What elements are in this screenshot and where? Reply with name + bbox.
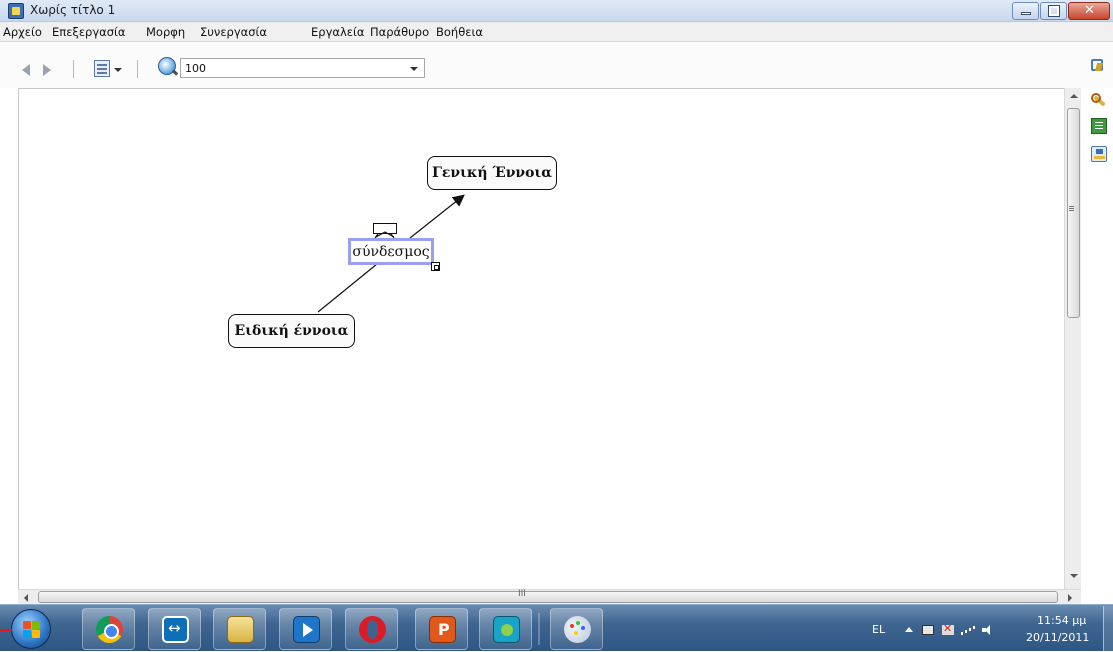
cmaptools-icon bbox=[493, 616, 520, 643]
chrome-icon bbox=[96, 616, 123, 643]
grip-icon: III bbox=[518, 589, 526, 599]
linking-phrase[interactable]: σύνδεσμος bbox=[348, 238, 434, 265]
taskbar: EL 11:54 μμ 20/11/2011 bbox=[0, 604, 1113, 651]
scroll-down-icon[interactable] bbox=[1070, 574, 1078, 578]
vertical-scrollbar[interactable] bbox=[1064, 88, 1081, 589]
signal-icon[interactable] bbox=[961, 625, 975, 635]
scroll-left-icon[interactable] bbox=[24, 594, 28, 602]
volume-icon[interactable] bbox=[982, 625, 992, 635]
vertical-scroll-thumb[interactable] bbox=[1067, 108, 1080, 318]
taskbar-cmaptools[interactable] bbox=[479, 608, 532, 650]
show-desktop-button[interactable] bbox=[1103, 606, 1113, 651]
concept-specific[interactable]: Ειδική έννοια bbox=[228, 314, 355, 348]
concept-general[interactable]: Γενική Έννοια bbox=[427, 156, 557, 190]
horizontal-scroll-thumb[interactable] bbox=[38, 591, 1058, 603]
opera-icon bbox=[359, 616, 386, 643]
clock-date[interactable]: 20/11/2011 bbox=[1026, 631, 1089, 644]
taskbar-separator bbox=[538, 613, 540, 645]
taskbar-paint[interactable] bbox=[550, 608, 603, 650]
horizontal-scrollbar[interactable]: III bbox=[18, 589, 1081, 604]
start-button[interactable] bbox=[11, 609, 51, 649]
powerpoint-icon bbox=[429, 616, 456, 643]
taskbar-chrome[interactable] bbox=[82, 608, 135, 650]
red-marker-line bbox=[0, 629, 12, 631]
notes-icon[interactable] bbox=[1091, 118, 1107, 134]
taskbar-teamviewer[interactable] bbox=[148, 608, 201, 650]
explorer-icon bbox=[227, 616, 254, 643]
resources-icon[interactable] bbox=[1091, 146, 1107, 162]
media-player-icon bbox=[293, 616, 320, 643]
link-tool-icon[interactable] bbox=[1091, 92, 1107, 108]
taskbar-explorer[interactable] bbox=[213, 608, 266, 650]
clock-time[interactable]: 11:54 μμ bbox=[1037, 614, 1086, 627]
link-line-to-general[interactable] bbox=[409, 194, 465, 239]
taskbar-powerpoint[interactable] bbox=[415, 608, 468, 650]
link-drag-handle[interactable] bbox=[373, 223, 397, 239]
resize-handle[interactable] bbox=[431, 262, 440, 271]
scroll-right-icon[interactable] bbox=[1068, 594, 1072, 602]
link-line-from-specific[interactable] bbox=[317, 263, 378, 313]
device-icon[interactable] bbox=[922, 625, 934, 635]
taskbar-opera[interactable] bbox=[345, 608, 398, 650]
language-indicator[interactable]: EL bbox=[872, 623, 885, 636]
teamviewer-icon bbox=[162, 616, 189, 643]
system-tray: EL 11:54 μμ 20/11/2011 bbox=[862, 605, 1113, 652]
show-hidden-icons-icon[interactable] bbox=[905, 627, 913, 632]
network-error-icon[interactable] bbox=[942, 622, 954, 635]
taskbar-media-player[interactable] bbox=[279, 608, 332, 650]
paint-icon bbox=[564, 616, 591, 643]
scroll-up-icon[interactable] bbox=[1070, 94, 1078, 98]
grip-icon bbox=[1069, 206, 1074, 207]
connection-lines bbox=[317, 194, 465, 313]
